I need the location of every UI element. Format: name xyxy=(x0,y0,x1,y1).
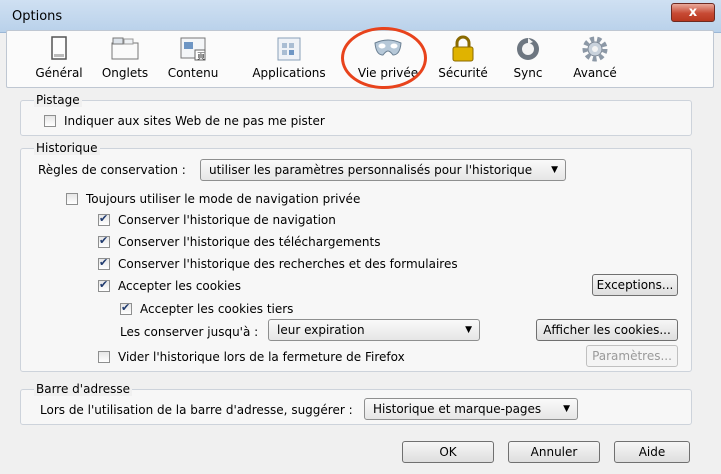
content-icon: 頁 xyxy=(178,35,208,63)
private-mode-checkbox[interactable] xyxy=(66,193,78,205)
history-rules-value: utiliser les paramètres personnalisés po… xyxy=(209,163,533,177)
address-bar-group-title: Barre d'adresse xyxy=(34,382,133,396)
accept-cookies-label: Accepter les cookies xyxy=(118,279,242,293)
rules-label: Règles de conservation : xyxy=(38,163,186,177)
settings-button[interactable]: Paramètres... xyxy=(586,345,678,367)
selected-tab-highlight xyxy=(341,27,427,89)
lock-icon xyxy=(448,35,478,63)
downloads-history-checkbox[interactable] xyxy=(98,234,110,248)
exceptions-button[interactable]: Exceptions... xyxy=(592,274,678,296)
history-group-title: Historique xyxy=(34,141,100,155)
dnt-checkbox[interactable] xyxy=(44,115,56,127)
private-mode-option[interactable]: Toujours utiliser le mode de navigation … xyxy=(66,192,360,206)
tab-advanced[interactable]: Avancé xyxy=(567,35,623,80)
downloads-history-label: Conserver l'historique des téléchargemen… xyxy=(118,235,381,249)
suggest-label: Lors de l'utilisation de la barre d'adre… xyxy=(40,403,353,417)
forms-history-label: Conserver l'historique des recherches et… xyxy=(118,257,458,271)
tab-applications[interactable]: Applications xyxy=(247,35,331,80)
cancel-button[interactable]: Annuler xyxy=(508,441,600,463)
browsing-history-checkbox[interactable] xyxy=(98,212,110,226)
chevron-down-icon: ▼ xyxy=(465,325,472,335)
help-button[interactable]: Aide xyxy=(614,441,690,463)
tab-tabs-label: Onglets xyxy=(101,66,149,80)
close-button[interactable]: x xyxy=(671,3,715,22)
tab-sync-label: Sync xyxy=(513,66,543,80)
clear-on-close-label: Vider l'historique lors de la fermeture … xyxy=(118,350,405,364)
suggest-select[interactable]: Historique et marque-pages ▼ xyxy=(364,398,578,420)
chevron-down-icon: ▼ xyxy=(551,165,558,175)
ok-button[interactable]: OK xyxy=(402,441,494,463)
tab-security-label: Sécurité xyxy=(438,66,488,80)
title-bar: Options x xyxy=(0,0,721,33)
tab-content-label: Contenu xyxy=(167,66,219,80)
accept-cookies-option[interactable]: Accepter les cookies xyxy=(98,278,242,293)
tab-tabs[interactable]: Onglets xyxy=(95,35,155,80)
history-rules-select[interactable]: utiliser les paramètres personnalisés po… xyxy=(200,159,566,181)
browsing-history-option[interactable]: Conserver l'historique de navigation xyxy=(98,212,336,227)
general-icon xyxy=(44,35,74,63)
keep-until-select[interactable]: leur expiration ▼ xyxy=(268,319,480,341)
tab-content[interactable]: 頁 Contenu xyxy=(163,35,223,80)
window-title: Options xyxy=(12,9,63,24)
dnt-label: Indiquer aux sites Web de ne pas me pist… xyxy=(64,114,325,128)
tabs-icon xyxy=(110,35,140,63)
tab-applications-label: Applications xyxy=(252,66,326,80)
gear-icon xyxy=(580,35,610,63)
third-party-cookies-label: Accepter les cookies tiers xyxy=(140,302,294,316)
private-mode-label: Toujours utiliser le mode de navigation … xyxy=(86,192,361,206)
chevron-down-icon: ▼ xyxy=(563,404,570,414)
clear-on-close-checkbox[interactable] xyxy=(98,351,110,363)
downloads-history-option[interactable]: Conserver l'historique des téléchargemen… xyxy=(98,234,381,249)
dnt-option[interactable]: Indiquer aux sites Web de ne pas me pist… xyxy=(44,114,325,128)
sync-icon xyxy=(513,35,543,63)
tab-security[interactable]: Sécurité xyxy=(435,35,491,80)
show-cookies-button[interactable]: Afficher les cookies... xyxy=(536,319,678,341)
third-party-cookies-checkbox[interactable] xyxy=(120,301,132,315)
forms-history-option[interactable]: Conserver l'historique des recherches et… xyxy=(98,256,458,271)
tracking-group-title: Pistage xyxy=(34,93,82,107)
suggest-value: Historique et marque-pages xyxy=(373,402,542,416)
tab-general-label: Général xyxy=(35,66,83,80)
svg-text:頁: 頁 xyxy=(197,52,205,61)
keep-until-value: leur expiration xyxy=(277,323,365,337)
tab-sync[interactable]: Sync xyxy=(503,35,553,80)
forms-history-checkbox[interactable] xyxy=(98,256,110,270)
third-party-cookies-option[interactable]: Accepter les cookies tiers xyxy=(120,301,294,316)
keep-until-label: Les conserver jusqu'à : xyxy=(120,325,259,339)
applications-icon xyxy=(274,35,304,63)
tab-general[interactable]: Général xyxy=(29,35,89,80)
clear-on-close-option[interactable]: Vider l'historique lors de la fermeture … xyxy=(98,350,405,364)
accept-cookies-checkbox[interactable] xyxy=(98,278,110,292)
tab-advanced-label: Avancé xyxy=(573,66,617,80)
browsing-history-label: Conserver l'historique de navigation xyxy=(118,213,336,227)
options-dialog: Options x Général Onglets 頁 Contenu Appl… xyxy=(0,0,721,474)
